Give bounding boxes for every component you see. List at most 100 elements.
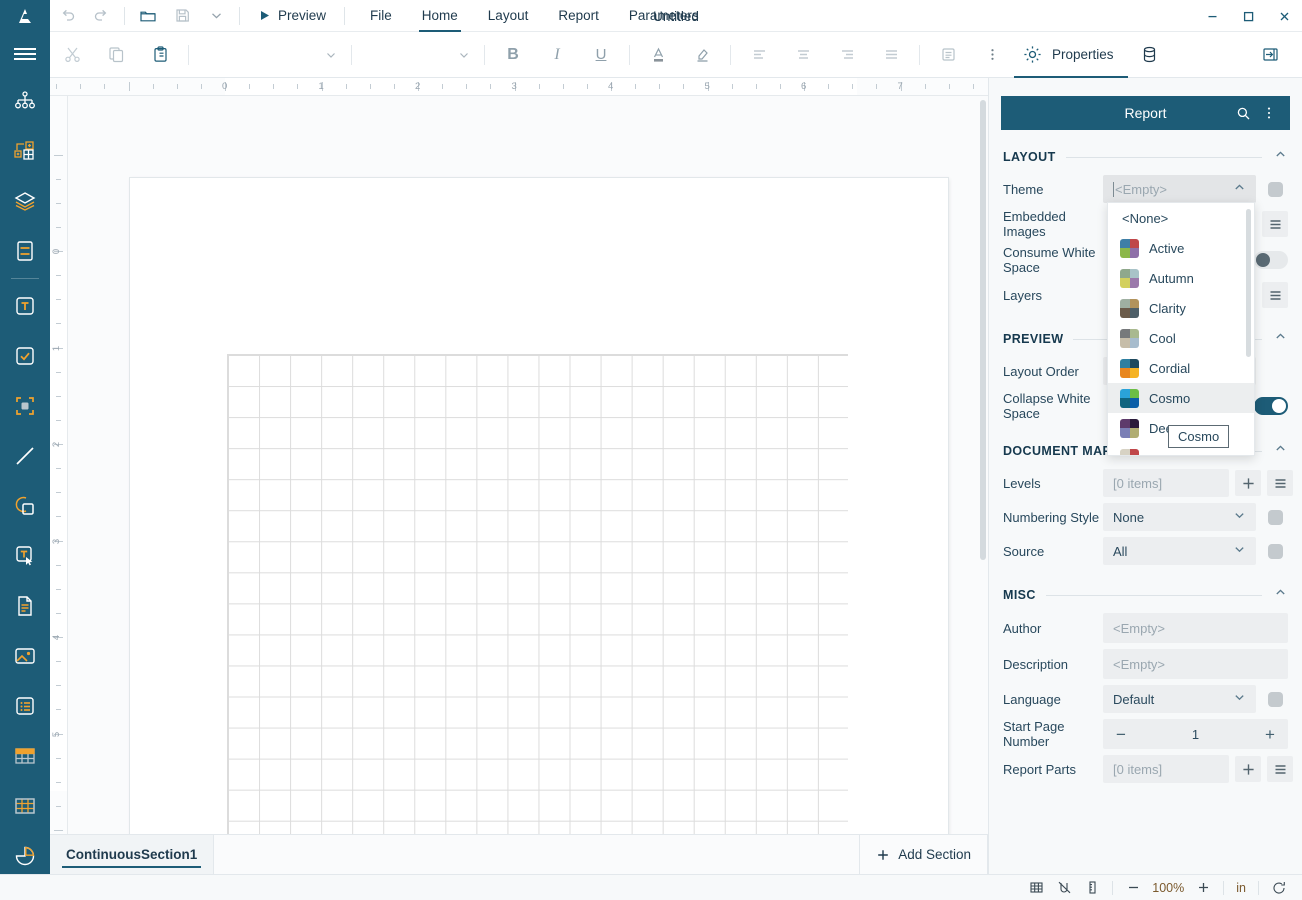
theme-option-autumn[interactable]: Autumn — [1108, 263, 1254, 293]
minimize-icon[interactable] — [1194, 0, 1230, 32]
menu-tab-home[interactable]: Home — [407, 0, 473, 32]
border-icon[interactable] — [926, 33, 970, 77]
redo-icon[interactable] — [84, 1, 118, 31]
quick-access-more-icon[interactable] — [199, 1, 233, 31]
horizontal-ruler[interactable]: 0 1 2 3 4 5 6 7 — [50, 78, 988, 96]
copy-icon[interactable] — [94, 33, 138, 77]
collapse-panel-icon[interactable] — [1248, 33, 1292, 77]
numbering-style-select[interactable]: None — [1103, 503, 1256, 531]
report-explorer-icon[interactable] — [0, 76, 50, 126]
ruler-icon[interactable] — [1079, 876, 1105, 900]
section-tab-continuoussection1[interactable]: ContinuousSection1 — [50, 835, 215, 874]
theme-option-none[interactable]: <None> — [1108, 203, 1254, 233]
theme-option-active[interactable]: Active — [1108, 233, 1254, 263]
more-vertical-icon[interactable] — [970, 33, 1014, 77]
layers-menu-icon[interactable] — [1262, 282, 1288, 308]
save-icon[interactable] — [165, 1, 199, 31]
theme-dropdown-scrollbar[interactable] — [1246, 209, 1251, 357]
source-select[interactable]: All — [1103, 537, 1256, 565]
image-tool-icon[interactable] — [0, 631, 50, 681]
source-expression-dot[interactable] — [1262, 538, 1288, 564]
snap-off-icon[interactable] — [1051, 876, 1077, 900]
properties-tab[interactable]: Properties — [1014, 32, 1128, 78]
report-parts-add-icon[interactable] — [1235, 756, 1261, 782]
more-vertical-icon[interactable] — [1256, 98, 1282, 128]
group-header-layout[interactable]: LAYOUT — [989, 142, 1302, 172]
tablix-tool-icon[interactable] — [0, 781, 50, 831]
group-editor-icon[interactable] — [0, 126, 50, 176]
language-select[interactable]: Default — [1103, 685, 1256, 713]
levels-field[interactable]: [0 items] — [1103, 469, 1229, 497]
menu-tab-layout[interactable]: Layout — [473, 0, 544, 32]
undo-icon[interactable] — [50, 1, 84, 31]
chevron-up-icon[interactable] — [1272, 586, 1288, 604]
stepper-decrement-icon[interactable]: − — [1113, 726, 1129, 743]
folder-open-icon[interactable] — [131, 1, 165, 31]
report-page-canvas[interactable] — [130, 178, 948, 834]
description-input[interactable]: <Empty> — [1103, 649, 1288, 679]
theme-option-cordial[interactable]: Cordial — [1108, 353, 1254, 383]
align-center-icon[interactable] — [781, 33, 825, 77]
theme-dropdown-popup[interactable]: <None> Active Autumn Clarity Cool Cordial Cosm… — [1107, 202, 1255, 456]
list-tool-icon[interactable] — [0, 681, 50, 731]
author-input[interactable]: <Empty> — [1103, 613, 1288, 643]
rich-text-tool-icon[interactable] — [0, 531, 50, 581]
align-right-icon[interactable] — [825, 33, 869, 77]
theme-option-cosmo[interactable]: Cosmo — [1108, 383, 1254, 413]
align-left-icon[interactable] — [737, 33, 781, 77]
zoom-in-icon[interactable] — [1190, 876, 1216, 900]
vertical-ruler[interactable]: 0 1 2 3 4 5 — [50, 96, 68, 834]
add-section-button[interactable]: Add Section — [859, 835, 988, 874]
start-page-number-stepper[interactable]: − 1 + — [1103, 719, 1288, 749]
language-expression-dot[interactable] — [1262, 686, 1288, 712]
chevron-up-icon[interactable] — [1272, 442, 1288, 460]
database-icon[interactable] — [1128, 33, 1172, 77]
bold-button[interactable]: B — [491, 33, 535, 77]
theme-expression-dot[interactable] — [1262, 176, 1288, 202]
hamburger-icon[interactable] — [0, 32, 50, 76]
checkbox-tool-icon[interactable] — [0, 331, 50, 381]
italic-button[interactable]: I — [535, 33, 579, 77]
reset-zoom-icon[interactable] — [1266, 876, 1292, 900]
font-family-select[interactable] — [195, 41, 345, 69]
align-justify-icon[interactable] — [869, 33, 913, 77]
font-color-icon[interactable] — [636, 33, 680, 77]
preview-button[interactable]: Preview — [246, 1, 338, 31]
stepper-increment-icon[interactable]: + — [1262, 726, 1278, 743]
layers-icon[interactable] — [0, 176, 50, 226]
theme-option-clarity[interactable]: Clarity — [1108, 293, 1254, 323]
paste-icon[interactable] — [138, 33, 182, 77]
menu-tab-file[interactable]: File — [355, 0, 407, 32]
report-parts-field[interactable]: [0 items] — [1103, 755, 1229, 783]
levels-add-icon[interactable] — [1235, 470, 1261, 496]
maximize-icon[interactable] — [1230, 0, 1266, 32]
numbering-style-expression-dot[interactable] — [1262, 504, 1288, 530]
menu-tab-report[interactable]: Report — [543, 0, 614, 32]
textbox-tool-icon[interactable] — [0, 281, 50, 331]
report-parts-menu-icon[interactable] — [1267, 756, 1293, 782]
table-tool-icon[interactable] — [0, 731, 50, 781]
shape-tool-icon[interactable] — [0, 481, 50, 531]
theme-select[interactable]: <Empty> — [1103, 175, 1256, 203]
unit-toggle[interactable]: in — [1231, 881, 1251, 895]
chevron-up-icon[interactable] — [1272, 148, 1288, 166]
collapse-white-space-toggle[interactable] — [1254, 397, 1288, 415]
levels-menu-icon[interactable] — [1267, 470, 1293, 496]
data-sources-icon[interactable] — [0, 226, 50, 276]
underline-button[interactable]: U — [579, 33, 623, 77]
search-icon[interactable] — [1230, 98, 1256, 128]
canvas-vertical-scrollbar[interactable] — [980, 100, 986, 560]
design-grid[interactable] — [227, 354, 848, 834]
menu-tab-parameters[interactable]: Parameters — [614, 0, 714, 32]
consume-white-space-toggle[interactable] — [1254, 251, 1288, 269]
group-header-misc[interactable]: MISC — [989, 580, 1302, 610]
line-tool-icon[interactable] — [0, 431, 50, 481]
embedded-images-menu-icon[interactable] — [1262, 211, 1288, 237]
container-tool-icon[interactable] — [0, 381, 50, 431]
close-icon[interactable] — [1266, 0, 1302, 32]
zoom-out-icon[interactable] — [1120, 876, 1146, 900]
highlight-icon[interactable] — [680, 33, 724, 77]
theme-option-cool[interactable]: Cool — [1108, 323, 1254, 353]
canvas-scroll-area[interactable] — [68, 96, 988, 834]
grid-icon[interactable] — [1023, 876, 1049, 900]
